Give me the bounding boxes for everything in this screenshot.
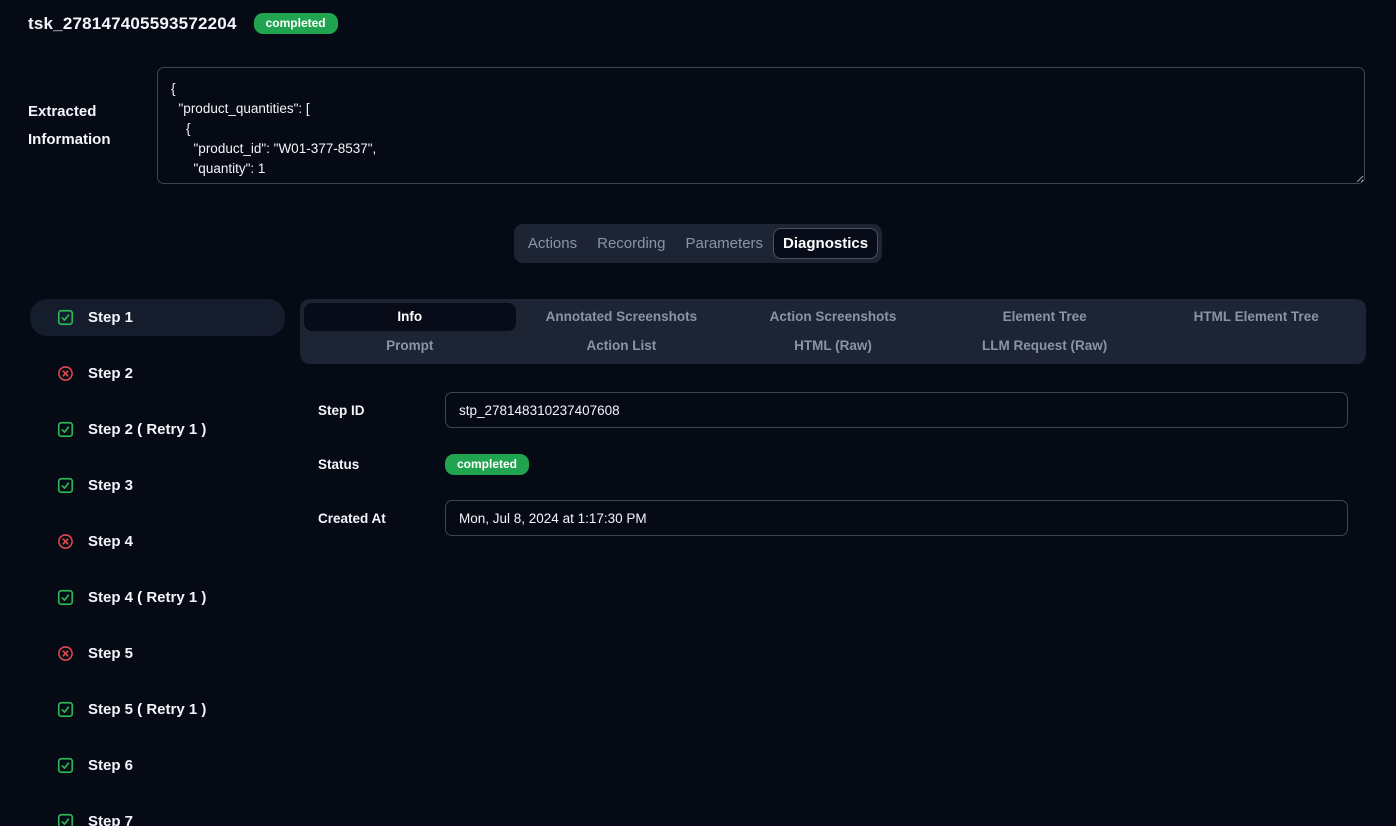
main-tab-bar: Actions Recording Parameters Diagnostics bbox=[514, 224, 882, 263]
x-circle-icon bbox=[57, 365, 74, 382]
subtab-empty-cell bbox=[1150, 332, 1362, 360]
step-status-badge: completed bbox=[445, 454, 529, 475]
info-fields: Step ID Status completed Created At bbox=[300, 392, 1366, 536]
tab-recording[interactable]: Recording bbox=[587, 228, 675, 259]
extracted-information-label: Extracted Information bbox=[28, 67, 157, 189]
step-label: Step 5 bbox=[88, 645, 133, 662]
step-label: Step 4 ( Retry 1 ) bbox=[88, 589, 206, 606]
subtab-bar: Info Annotated Screenshots Action Screen… bbox=[300, 299, 1366, 364]
step-item-4-retry-1[interactable]: Step 4 ( Retry 1 ) bbox=[30, 579, 285, 616]
check-square-icon bbox=[57, 309, 74, 326]
step-item-6[interactable]: Step 6 bbox=[30, 747, 285, 784]
steps-sidebar: Step 1 Step 2 Step 2 ( Retry 1 ) Step 3 bbox=[30, 299, 285, 826]
check-square-icon bbox=[57, 589, 74, 606]
step-id-label: Step ID bbox=[318, 403, 445, 418]
status-label: Status bbox=[318, 457, 445, 472]
step-item-7[interactable]: Step 7 bbox=[30, 803, 285, 826]
check-square-icon bbox=[57, 421, 74, 438]
status-row: Status completed bbox=[318, 446, 1348, 482]
check-square-icon bbox=[57, 477, 74, 494]
step-item-3[interactable]: Step 3 bbox=[30, 467, 285, 504]
created-at-row: Created At bbox=[318, 500, 1348, 536]
check-square-icon bbox=[57, 757, 74, 774]
step-label: Step 6 bbox=[88, 757, 133, 774]
tab-parameters[interactable]: Parameters bbox=[676, 228, 774, 259]
created-at-label: Created At bbox=[318, 511, 445, 526]
subtab-html-raw[interactable]: HTML (Raw) bbox=[727, 332, 939, 360]
step-label: Step 1 bbox=[88, 309, 133, 326]
x-circle-icon bbox=[57, 645, 74, 662]
check-square-icon bbox=[57, 701, 74, 718]
extracted-information-section: Extracted Information { "product_quantit… bbox=[0, 67, 1396, 189]
tab-actions[interactable]: Actions bbox=[518, 228, 587, 259]
header: tsk_278147405593572204 completed bbox=[0, 0, 1396, 34]
step-item-4[interactable]: Step 4 bbox=[30, 523, 285, 560]
subtab-html-element-tree[interactable]: HTML Element Tree bbox=[1150, 303, 1362, 331]
task-status-badge: completed bbox=[254, 13, 338, 34]
step-label: Step 5 ( Retry 1 ) bbox=[88, 701, 206, 718]
step-id-row: Step ID bbox=[318, 392, 1348, 428]
step-label: Step 2 ( Retry 1 ) bbox=[88, 421, 206, 438]
subtab-annotated-screenshots[interactable]: Annotated Screenshots bbox=[516, 303, 728, 331]
step-label: Step 3 bbox=[88, 477, 133, 494]
task-title: tsk_278147405593572204 bbox=[28, 14, 237, 34]
subtab-prompt[interactable]: Prompt bbox=[304, 332, 516, 360]
step-item-1[interactable]: Step 1 bbox=[30, 299, 285, 336]
step-item-2-retry-1[interactable]: Step 2 ( Retry 1 ) bbox=[30, 411, 285, 448]
extracted-information-textarea[interactable]: { "product_quantities": [ { "product_id"… bbox=[157, 67, 1365, 184]
diagnostics-panel: Info Annotated Screenshots Action Screen… bbox=[300, 299, 1366, 826]
step-label: Step 4 bbox=[88, 533, 133, 550]
created-at-input[interactable] bbox=[445, 500, 1348, 536]
step-label: Step 7 bbox=[88, 813, 133, 826]
step-item-5[interactable]: Step 5 bbox=[30, 635, 285, 672]
subtab-element-tree[interactable]: Element Tree bbox=[939, 303, 1151, 331]
step-item-5-retry-1[interactable]: Step 5 ( Retry 1 ) bbox=[30, 691, 285, 728]
step-id-input[interactable] bbox=[445, 392, 1348, 428]
step-item-2[interactable]: Step 2 bbox=[30, 355, 285, 392]
subtab-action-screenshots[interactable]: Action Screenshots bbox=[727, 303, 939, 331]
subtab-action-list[interactable]: Action List bbox=[516, 332, 728, 360]
check-square-icon bbox=[57, 813, 74, 826]
tab-diagnostics[interactable]: Diagnostics bbox=[773, 228, 878, 259]
step-label: Step 2 bbox=[88, 365, 133, 382]
subtab-info[interactable]: Info bbox=[304, 303, 516, 331]
x-circle-icon bbox=[57, 533, 74, 550]
subtab-llm-request-raw[interactable]: LLM Request (Raw) bbox=[939, 332, 1151, 360]
